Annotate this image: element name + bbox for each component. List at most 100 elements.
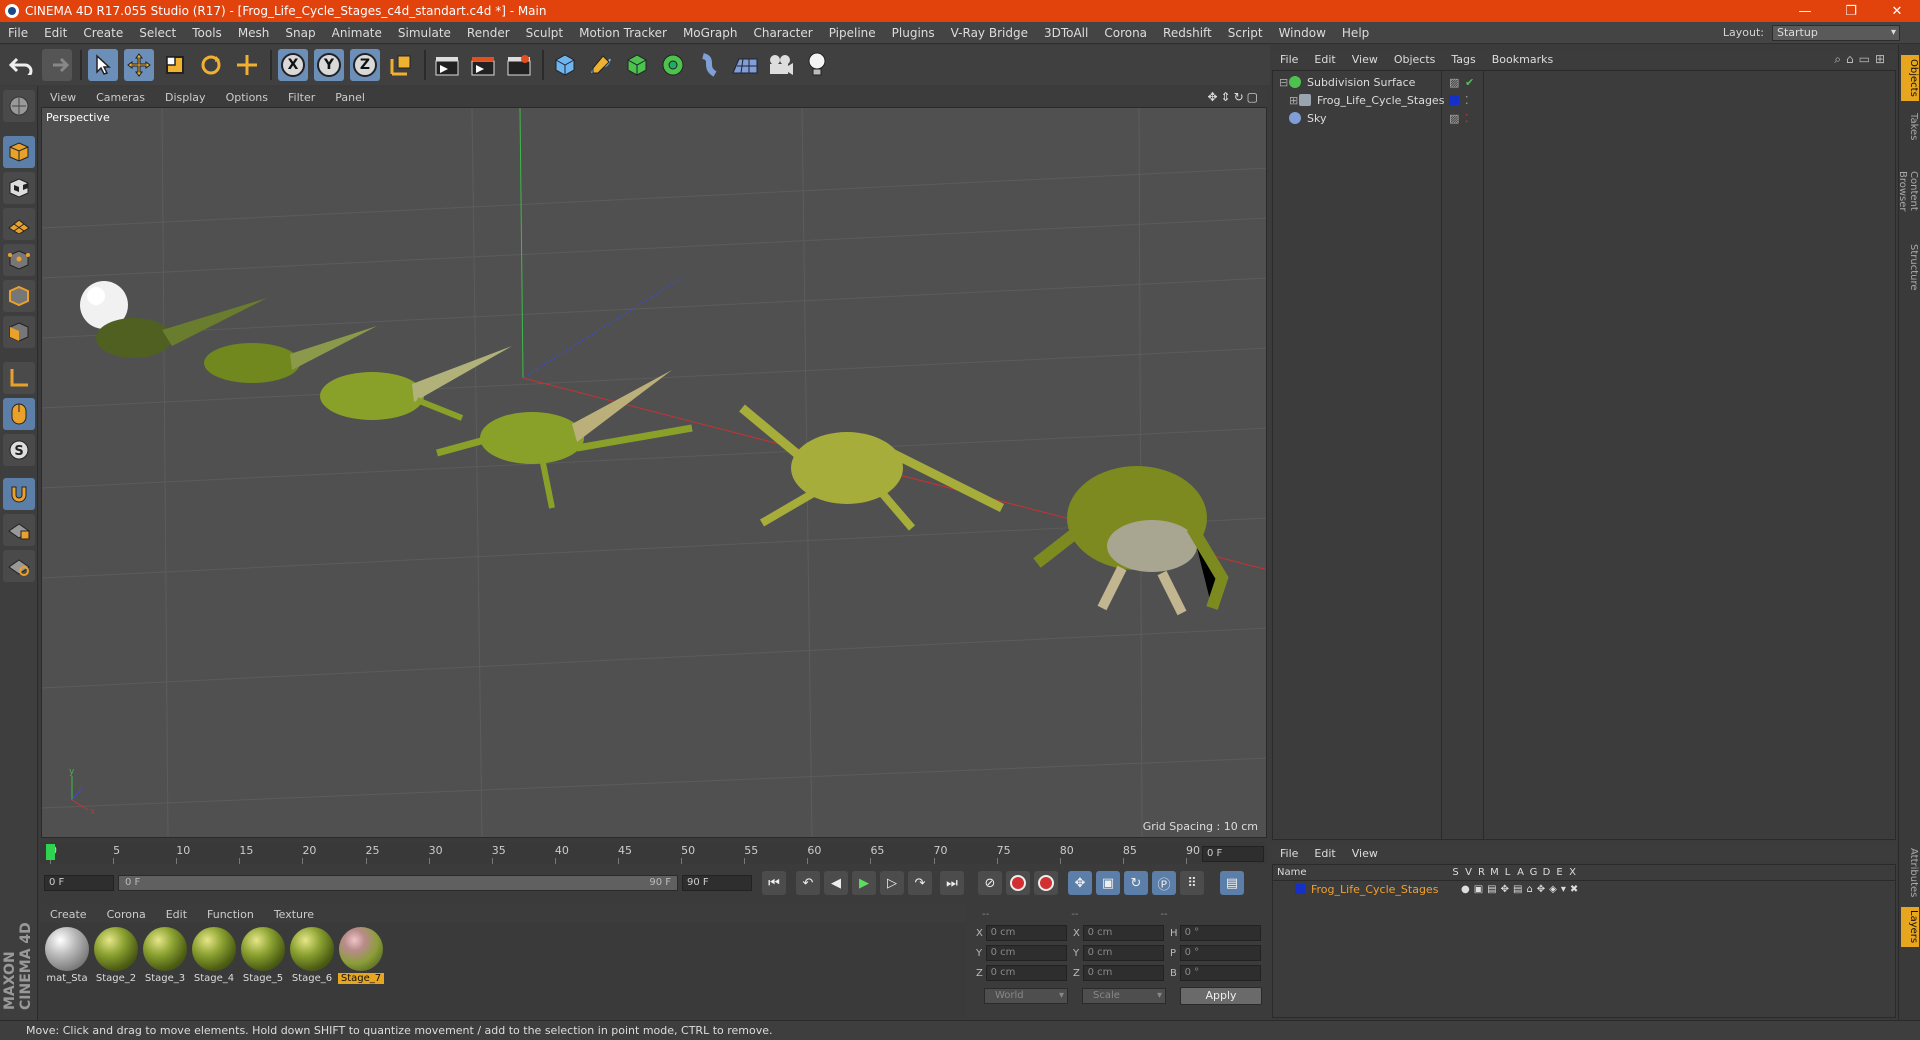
record-rotation-button[interactable]: ↻ [1124,871,1148,895]
menu-select[interactable]: Select [131,26,184,40]
visibility-dots-icon[interactable]: ⁚ [1465,94,1469,107]
tab-layers[interactable]: Layers [1901,907,1919,947]
play-button[interactable]: ▶ [852,871,876,895]
material-item[interactable]: Stage_5 [240,927,286,1014]
add-camera-button[interactable] [766,49,796,81]
menu-edit[interactable]: Edit [36,26,75,40]
col-manager[interactable]: M [1488,867,1501,878]
redo-button[interactable] [42,49,72,81]
menu-character[interactable]: Character [745,26,820,40]
mat-menu-corona[interactable]: Corona [97,908,156,921]
menu-tools[interactable]: Tools [184,26,230,40]
max-time-field[interactable]: 90 F [682,875,752,891]
menu-redshift[interactable]: Redshift [1155,26,1220,40]
menu-script[interactable]: Script [1220,26,1271,40]
size-x-field[interactable]: 0 cm [1082,925,1164,941]
autokey-button[interactable] [1006,871,1030,895]
undo-button[interactable] [6,49,36,81]
points-mode-button[interactable] [3,244,35,276]
object-manager-tool-icons[interactable]: ⌕⌂▭⊞ [1834,52,1890,67]
col-solo[interactable]: S [1449,867,1462,878]
rotate-tool[interactable] [196,49,226,81]
mat-menu-create[interactable]: Create [40,908,97,921]
record-point-level-button[interactable]: ⠿ [1180,871,1204,895]
enabled-check-icon[interactable]: ✔ [1465,76,1474,89]
add-light-button[interactable] [802,49,832,81]
material-item[interactable]: Stage_2 [93,927,139,1014]
visibility-dots-icon[interactable]: ⁚ [1465,112,1469,125]
tab-takes[interactable]: Takes [1901,107,1919,147]
apply-button[interactable]: Apply [1180,987,1262,1005]
tab-attributes[interactable]: Attributes [1901,845,1919,901]
viewport-menu-cameras[interactable]: Cameras [86,91,155,104]
mat-menu-function[interactable]: Function [197,908,264,921]
timeline-ruler[interactable]: 051015202530354045505560657075808590 [40,842,1267,864]
material-item-selected[interactable]: Stage_7 [338,927,384,1014]
recent-tool[interactable] [232,49,262,81]
layout-dropdown[interactable]: Startup [1772,24,1900,41]
pos-z-field[interactable]: 0 cm [985,965,1067,981]
menu-simulate[interactable]: Simulate [390,26,459,40]
min-time-field[interactable]: 0 F [44,875,114,891]
col-render[interactable]: R [1475,867,1488,878]
col-view[interactable]: V [1462,867,1475,878]
add-cube-button[interactable] [550,49,580,81]
preview-range-slider[interactable]: 0 F 90 F [118,875,678,891]
coordinate-system-button[interactable] [386,49,416,81]
menu-vray-bridge[interactable]: V-Ray Bridge [943,26,1036,40]
obj-menu-tags[interactable]: Tags [1443,53,1483,66]
obj-menu-edit[interactable]: Edit [1306,53,1343,66]
menu-render[interactable]: Render [459,26,518,40]
goto-prev-key-button[interactable]: ↶ [796,871,820,895]
polygons-mode-button[interactable] [3,316,35,348]
col-xref[interactable]: X [1566,867,1579,878]
render-view-button[interactable] [432,49,462,81]
layer-flag-icons[interactable]: ●▣▤✥▤⌂✥◈▾✖ [1461,884,1582,895]
model-mode-button[interactable] [3,136,35,168]
col-expressions[interactable]: E [1553,867,1566,878]
size-mode-dropdown[interactable]: Scale [1082,988,1166,1004]
visibility-toggle[interactable]: ▨ [1449,112,1459,125]
tweak-mode-button[interactable] [3,398,35,430]
layer-color-swatch[interactable] [1295,884,1305,894]
goto-start-button[interactable]: ⏮ [762,871,786,895]
size-y-field[interactable]: 0 cm [1082,945,1164,961]
viewport-menu-options[interactable]: Options [216,91,278,104]
viewport-menu-view[interactable]: View [40,91,86,104]
obj-menu-bookmarks[interactable]: Bookmarks [1484,53,1561,66]
object-row-sky[interactable]: Sky ▨ ⁚ [1273,109,1895,127]
material-item[interactable]: Stage_6 [289,927,335,1014]
record-parameter-button[interactable]: Ⓟ [1152,871,1176,895]
perspective-viewport[interactable]: y x Perspective Grid Spacing : 10 cm [41,107,1267,838]
axis-mode-button[interactable] [3,362,35,394]
expand-icon[interactable]: ⊞ [1289,94,1299,107]
texture-mode-button[interactable] [3,172,35,204]
step-back-button[interactable]: ◀ [824,871,848,895]
keyframe-selection-button[interactable] [1034,871,1058,895]
pos-x-field[interactable]: 0 cm [985,925,1067,941]
mat-menu-texture[interactable]: Texture [264,908,324,921]
col-deformers[interactable]: D [1540,867,1553,878]
object-row-frog-life-cycle-stages[interactable]: ⊞ Frog_Life_Cycle_Stages ⁚ [1273,91,1895,109]
menu-file[interactable]: File [0,26,36,40]
add-spline-button[interactable] [586,49,616,81]
snap-button[interactable]: S [3,434,35,466]
menu-animate[interactable]: Animate [324,26,390,40]
viewport-menu-panel[interactable]: Panel [325,91,375,104]
render-to-picture-viewer-button[interactable] [468,49,498,81]
pos-y-field[interactable]: 0 cm [985,945,1067,961]
menu-sculpt[interactable]: Sculpt [518,26,571,40]
add-scene-button[interactable] [730,49,760,81]
scale-tool[interactable] [160,49,190,81]
obj-menu-objects[interactable]: Objects [1386,53,1444,66]
col-animation[interactable]: A [1514,867,1527,878]
expand-icon[interactable]: ⊟ [1279,76,1289,89]
material-item[interactable]: Stage_3 [142,927,188,1014]
menu-motion-tracker[interactable]: Motion Tracker [571,26,675,40]
live-selection-tool[interactable] [88,49,118,81]
add-generator-button[interactable] [622,49,652,81]
menu-snap[interactable]: Snap [277,26,323,40]
viewport-menu-filter[interactable]: Filter [278,91,325,104]
col-locked[interactable]: L [1501,867,1514,878]
record-keys-button[interactable]: ⊘ [978,871,1002,895]
